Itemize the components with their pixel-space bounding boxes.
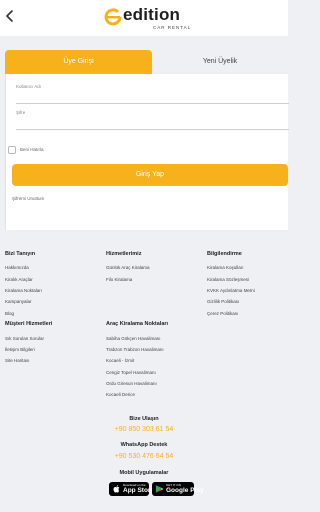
apps-title: Mobil Uygulamalar bbox=[119, 470, 169, 476]
footer-link[interactable]: Çerez Politikası bbox=[207, 311, 238, 316]
footer-link[interactable]: Kocaeli - İzmit bbox=[106, 358, 134, 363]
app-store-label: App Store bbox=[123, 487, 155, 494]
footer-link[interactable]: İletişim Bilgileri bbox=[5, 347, 35, 352]
footer-link[interactable]: Filo Kiralama bbox=[106, 277, 132, 282]
footer-link[interactable]: Kocaeli Derice bbox=[106, 392, 135, 397]
footer-link[interactable]: Günlük Araç Kiralama bbox=[106, 265, 150, 270]
footer-col-locations-title: Araç Kiralama Noktaları bbox=[106, 321, 169, 327]
footer-link[interactable]: Sabiha Gökçen Havalimanı bbox=[106, 336, 161, 341]
contact-title: Bize Ulaşın bbox=[129, 416, 159, 422]
footer-link[interactable]: Trabzon Trabzon Havalimanı bbox=[106, 347, 164, 352]
footer-link[interactable]: Site Haritası bbox=[5, 358, 30, 363]
footer-link[interactable]: Kiralık Araçlar bbox=[5, 277, 33, 282]
google-play-button[interactable]: GET IT ON Google Play bbox=[152, 482, 204, 496]
username-underline bbox=[16, 103, 289, 104]
apple-icon bbox=[113, 485, 120, 493]
footer-link[interactable]: Blog bbox=[5, 311, 14, 316]
password-underline bbox=[16, 129, 289, 130]
tab-login[interactable]: Üye Girişi bbox=[5, 50, 152, 74]
username-label: Kullanıcı Adı bbox=[16, 84, 42, 89]
footer-link[interactable]: KVKK Aydınlatma Metni bbox=[207, 288, 255, 293]
forgot-password-link[interactable]: Şifremi Unuttum bbox=[12, 196, 44, 201]
footer-col-info-title: Bilgilendirme bbox=[207, 251, 242, 257]
footer-link[interactable]: Kiralama Noktaları bbox=[5, 288, 42, 293]
tab-register[interactable]: Yeni Üyelik bbox=[152, 50, 288, 74]
google-play-icon bbox=[155, 485, 164, 493]
username-field[interactable] bbox=[16, 90, 289, 102]
logo-text: edition bbox=[123, 5, 181, 24]
remember-checkbox[interactable] bbox=[8, 146, 16, 154]
login-button[interactable]: Giriş Yap bbox=[12, 164, 288, 186]
footer-link[interactable]: Sık Sorulan Sorular bbox=[5, 336, 44, 341]
footer-link[interactable]: Gizlilik Politikası bbox=[207, 299, 239, 304]
password-label: Şifre bbox=[16, 110, 26, 115]
logo[interactable]: edition CAR RENTAL bbox=[104, 6, 200, 32]
whatsapp-title: WhatsApp Destek bbox=[120, 442, 168, 448]
footer-link[interactable]: Kiralama Sözleşmesi bbox=[207, 277, 249, 282]
remember-me[interactable]: Beni Hatırla bbox=[8, 146, 68, 156]
contact-phone[interactable]: +90 850 303 61 54 bbox=[0, 426, 288, 433]
app-store-button[interactable]: Download on the App Store bbox=[109, 482, 154, 496]
footer-col-about-title: Bizi Tanıyın bbox=[5, 251, 36, 257]
footer-link[interactable]: Cengiz Topel Havalimanı bbox=[106, 370, 156, 375]
footer-link[interactable]: Hakkımızda bbox=[5, 265, 29, 270]
footer-link[interactable]: Kiralama Koşulları bbox=[207, 265, 244, 270]
whatsapp-phone[interactable]: +90 530 476 64 54 bbox=[0, 453, 288, 460]
footer-link[interactable]: Ordu Giresun Havalimanı bbox=[106, 381, 157, 386]
auth-card: Üye Girişi Yeni Üyelik Kullanıcı Adı Şif… bbox=[5, 50, 289, 230]
arrow-left-icon[interactable] bbox=[3, 8, 17, 24]
logo-mark-icon bbox=[104, 8, 122, 26]
password-field[interactable] bbox=[16, 116, 289, 128]
remember-label: Beni Hatırla bbox=[20, 147, 44, 152]
footer-col-support-title: Müşteri Hizmetleri bbox=[5, 321, 53, 327]
logo-subtitle: CAR RENTAL bbox=[153, 25, 192, 30]
footer-col-services-title: Hizmetlerimiz bbox=[106, 251, 142, 257]
footer-link[interactable]: Kampanyalar bbox=[5, 299, 32, 304]
google-play-label: Google Play bbox=[166, 487, 204, 494]
header: edition CAR RENTAL bbox=[0, 0, 288, 36]
